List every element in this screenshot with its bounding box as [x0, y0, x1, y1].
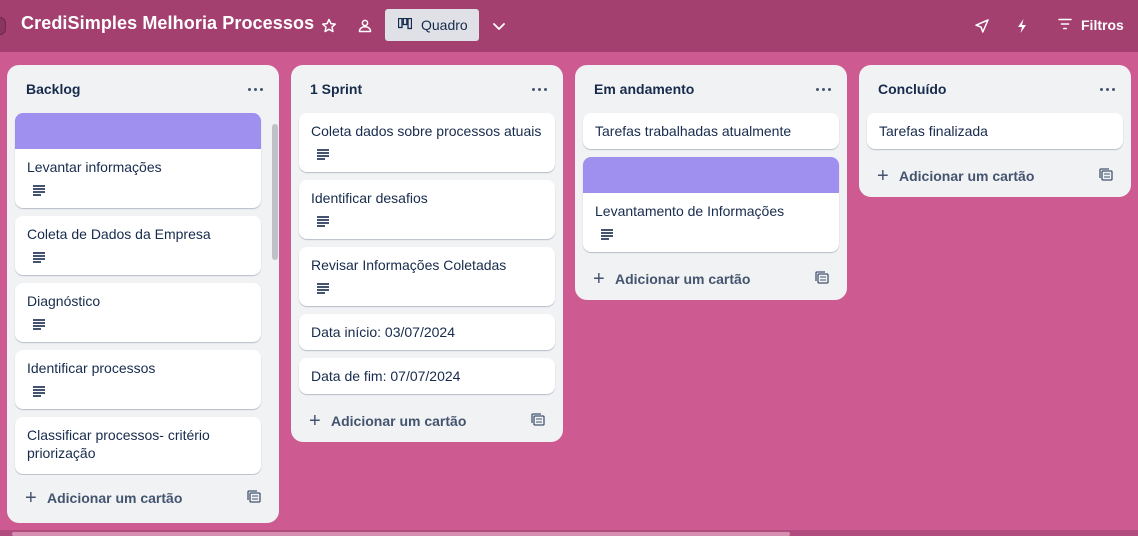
card-title: Levantamento de Informações — [595, 203, 785, 219]
add-card-button[interactable]: + Adicionar um cartão — [867, 157, 1123, 197]
plus-icon: + — [25, 487, 37, 509]
card[interactable]: Diagnóstico — [15, 283, 261, 342]
board-scrollbar[interactable] — [0, 530, 1138, 536]
card[interactable]: Data início: 03/07/2024 — [299, 314, 555, 350]
card-title: Tarefas trabalhadas atualmente — [595, 123, 792, 139]
list-header: Backlog — [7, 65, 279, 113]
filter-icon — [1058, 17, 1072, 33]
card[interactable]: Tarefas trabalhadas atualmente — [583, 113, 839, 149]
list-menu-button[interactable] — [1093, 77, 1121, 101]
add-card-button[interactable]: + Adicionar um cartão — [15, 479, 271, 519]
list-cards: Coleta dados sobre processos atuais Iden… — [291, 113, 563, 394]
view-label: Quadro — [421, 17, 468, 33]
scroll-thumb[interactable] — [272, 124, 278, 260]
list-cards: Tarefas trabalhadas atualmente Levantame… — [575, 113, 847, 252]
plus-icon: + — [309, 410, 321, 432]
card-title: Tarefas finalizada — [879, 123, 988, 139]
card-title: Diagnóstico — [27, 293, 101, 309]
card-title: Data de fim: 07/07/2024 — [311, 368, 461, 384]
list-header: 1 Sprint — [291, 65, 563, 113]
card-title: Data início: 03/07/2024 — [311, 324, 455, 340]
card[interactable]: Coleta de Dados da Empresa — [15, 216, 261, 275]
description-icon — [33, 319, 45, 330]
card[interactable]: Identificar desafios — [299, 180, 555, 239]
list-cards: Tarefas finalizada — [859, 113, 1131, 149]
list-backlog: Backlog Levantar informações Coleta de D… — [7, 65, 279, 523]
list-em-andamento: Em andamento Tarefas trabalhadas atualme… — [575, 65, 847, 300]
list-concluido: Concluído Tarefas finalizada + Adicionar… — [859, 65, 1131, 197]
card[interactable]: Revisar Informações Coletadas — [299, 247, 555, 306]
list-cards: Levantar informações Coleta de Dados da … — [7, 113, 269, 475]
add-card-button[interactable]: + Adicionar um cartão — [583, 260, 839, 300]
list-menu-button[interactable] — [525, 77, 553, 101]
people-icon[interactable] — [351, 12, 379, 40]
lightning-icon[interactable] — [1008, 12, 1036, 40]
description-icon — [33, 386, 45, 397]
add-card-label: Adicionar um cartão — [899, 168, 1035, 184]
description-icon — [317, 149, 329, 160]
chevron-down-icon[interactable] — [485, 12, 513, 40]
list-title[interactable]: Concluído — [878, 81, 946, 97]
card-cover — [15, 113, 261, 149]
card-template-icon[interactable] — [815, 271, 831, 287]
card[interactable]: Coleta dados sobre processos atuais — [299, 113, 555, 172]
card-template-icon[interactable] — [247, 490, 263, 506]
plus-icon: + — [877, 165, 889, 187]
card-title: Classificar processos- critério prioriza… — [27, 427, 210, 461]
description-icon — [317, 216, 329, 227]
card[interactable]: Data de fim: 07/07/2024 — [299, 358, 555, 394]
card-title: Levantar informações — [27, 159, 162, 175]
rocket-icon[interactable] — [968, 12, 996, 40]
list-title[interactable]: Em andamento — [594, 81, 694, 97]
list-header: Em andamento — [575, 65, 847, 113]
card[interactable]: Identificar processos — [15, 350, 261, 409]
filters-button[interactable]: Filtros — [1058, 10, 1124, 40]
add-card-button[interactable]: + Adicionar um cartão — [299, 402, 555, 442]
card[interactable]: Levantar informações — [15, 113, 261, 208]
add-card-label: Adicionar um cartão — [47, 490, 183, 506]
list-title[interactable]: Backlog — [26, 81, 80, 97]
board-icon — [397, 17, 413, 33]
plus-icon: + — [593, 268, 605, 290]
card-template-icon[interactable] — [1099, 168, 1115, 184]
filters-label: Filtros — [1081, 17, 1124, 33]
card[interactable]: Levantamento de Informações — [583, 157, 839, 252]
description-icon — [33, 252, 45, 263]
description-icon — [601, 229, 613, 240]
card-title: Coleta de Dados da Empresa — [27, 226, 211, 242]
list-header: Concluído — [859, 65, 1131, 113]
list-1-sprint: 1 Sprint Coleta dados sobre processos at… — [291, 65, 563, 442]
card-title: Identificar processos — [27, 360, 156, 376]
list-menu-button[interactable] — [809, 77, 837, 101]
card-template-icon[interactable] — [531, 413, 547, 429]
star-icon[interactable] — [315, 12, 343, 40]
add-card-label: Adicionar um cartão — [615, 271, 751, 287]
card-title: Identificar desafios — [311, 190, 428, 206]
card-title: Coleta dados sobre processos atuais — [311, 123, 542, 139]
board-title[interactable]: CrediSimples Melhoria Processos — [21, 13, 314, 34]
view-switcher-button[interactable]: Quadro — [385, 9, 479, 41]
card[interactable]: Classificar processos- critério prioriza… — [15, 417, 261, 474]
board-header: CrediSimples Melhoria Processos Quadro F… — [0, 0, 1138, 52]
scroll-thumb[interactable] — [12, 532, 790, 536]
list-scrollbar[interactable] — [270, 112, 280, 474]
list-menu-button[interactable] — [241, 77, 269, 101]
card-title: Revisar Informações Coletadas — [311, 257, 507, 273]
add-card-label: Adicionar um cartão — [331, 413, 467, 429]
card-cover — [583, 157, 839, 193]
sidebar-toggle[interactable] — [0, 17, 6, 35]
description-icon — [317, 283, 329, 294]
description-icon — [33, 185, 45, 196]
list-title[interactable]: 1 Sprint — [310, 81, 362, 97]
card[interactable]: Tarefas finalizada — [867, 113, 1123, 149]
